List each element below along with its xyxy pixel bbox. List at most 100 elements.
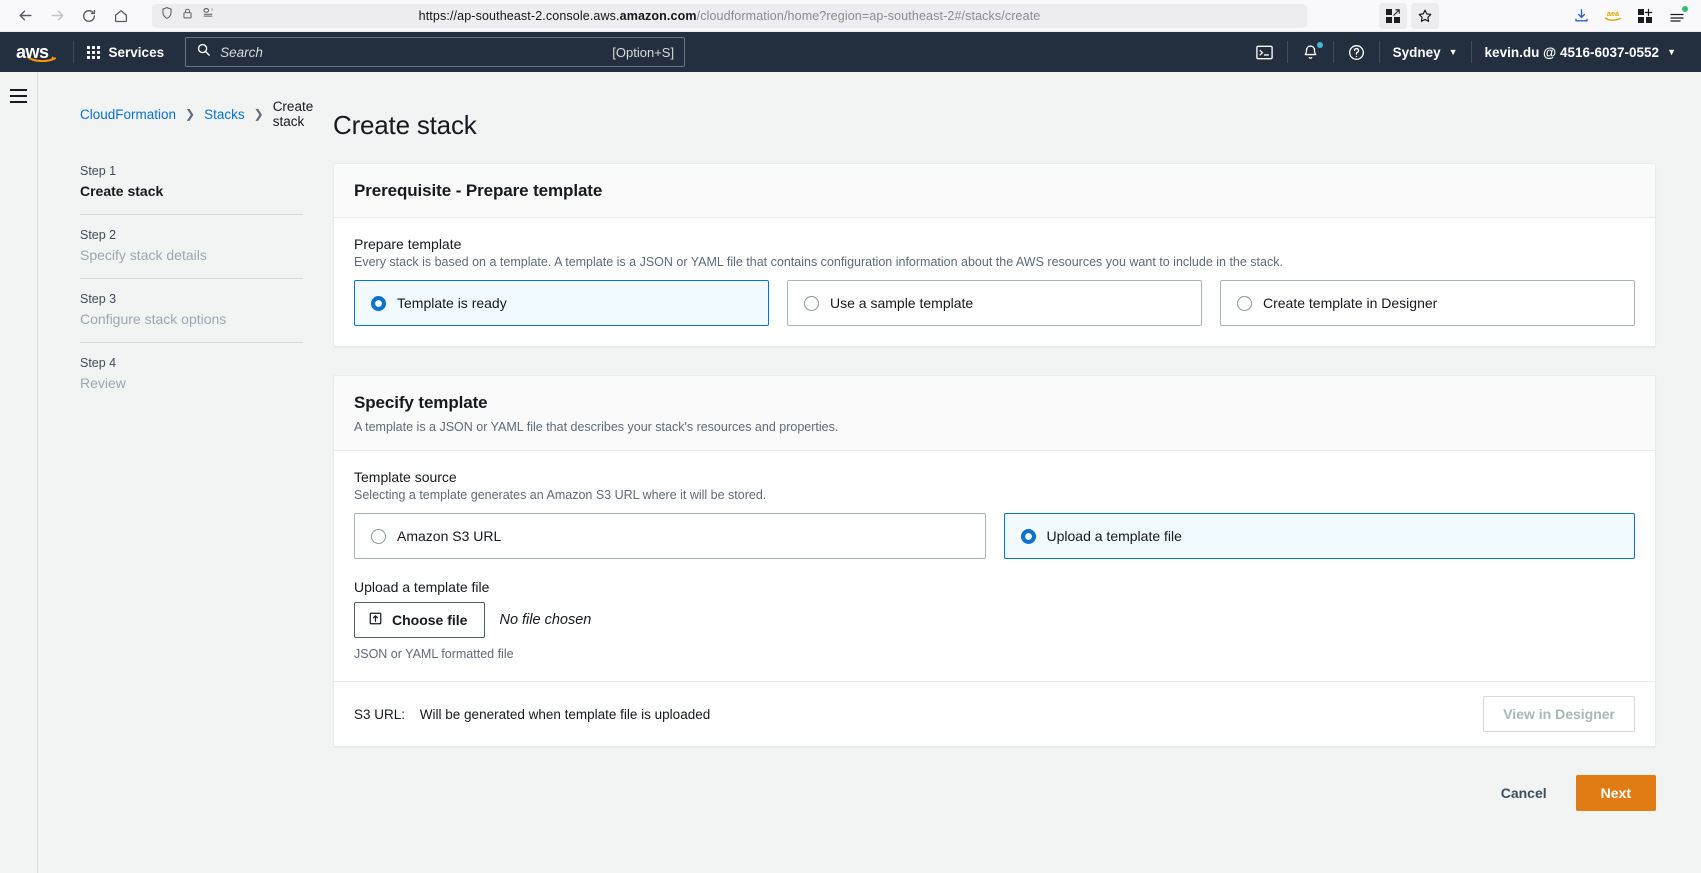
home-icon[interactable] [106,3,136,29]
breadcrumb-separator-icon: ❯ [185,107,196,121]
radio-tile-amazon-s3-url[interactable]: Amazon S3 URL [354,513,986,559]
wizard-sidebar: CloudFormation ❯ Stacks ❯ Create stack S… [38,72,333,873]
prerequisite-card-title: Prerequisite - Prepare template [354,181,603,200]
url-text: https://ap-southeast-2.console.aws.amazo… [418,8,1041,23]
account-menu[interactable]: kevin.du @ 4516-6037-0552 ▼ [1472,38,1689,67]
app-menu-icon[interactable] [1663,3,1691,29]
step-number: Step 2 [80,228,117,242]
wizard-actions: Cancel Next [333,775,1656,841]
downloads-icon[interactable] [1567,3,1595,29]
search-placeholder: Search [220,44,263,60]
chevron-down-icon: ▼ [1448,47,1458,57]
aws-global-header: aws Services Search [Option+S] Sydney ▼ [0,32,1701,72]
cloudshell-button[interactable] [1242,36,1287,69]
radio-label: Use a sample template [830,295,974,311]
prerequisite-card: Prerequisite - Prepare template Prepare … [333,163,1656,347]
waffle-icon [86,45,100,59]
upload-template-file-label: Upload a template file [354,579,490,595]
wizard-steps: Step 1 Create stack Step 2 Specify stack… [38,129,333,406]
wizard-step-3[interactable]: Step 3 Configure stack options [80,278,303,342]
url-bar[interactable]: o https://ap-southeast-2.console.aws.ama… [152,3,1307,28]
region-label: Sydney [1392,44,1441,60]
menu-toggle-icon[interactable] [10,89,27,103]
step-label: Configure stack options [80,311,227,327]
specify-template-card-title: Specify template [354,393,488,412]
browser-toolbar: o https://ap-southeast-2.console.aws.ama… [0,0,1701,32]
page-title: Create stack [333,110,477,140]
wizard-step-2[interactable]: Step 2 Specify stack details [80,214,303,278]
step-number: Step 3 [80,292,117,306]
global-search-input[interactable]: Search [Option+S] [185,37,686,67]
account-label: kevin.du @ 4516-6037-0552 [1484,44,1660,60]
upload-template-file-block: Upload a template file Choose file No fi… [354,579,1635,661]
upload-icon [368,611,383,629]
shield-icon[interactable] [160,6,174,25]
services-label: Services [108,44,165,60]
s3-url-row: S3 URL: Will be generated when template … [354,707,710,722]
s3-url-value: Will be generated when template file is … [419,706,711,722]
specify-template-card-body: Template source Selecting a template gen… [334,451,1655,681]
main-content: Create stack Prerequisite - Prepare temp… [333,72,1701,873]
radio-icon [1020,528,1036,544]
breadcrumb-item-stacks[interactable]: Stacks [204,107,245,122]
s3-url-key: S3 URL: [354,706,406,722]
choose-file-button[interactable]: Choose file [354,602,486,638]
forward-arrow-icon[interactable] [42,3,72,29]
radio-tile-template-is-ready[interactable]: Template is ready [354,280,769,326]
search-icon [196,42,211,62]
prerequisite-card-body: Prepare template Every stack is based on… [334,218,1655,346]
breadcrumb-item-cloudformation[interactable]: CloudFormation [80,107,176,122]
specify-template-card-footer: S3 URL: Will be generated when template … [334,681,1655,746]
radio-icon [371,295,386,311]
notification-badge [1316,41,1323,48]
svg-text:aea: aea [1607,9,1620,18]
file-status-text: No file chosen [499,612,592,628]
prerequisite-card-header: Prerequisite - Prepare template [334,164,1655,218]
region-selector[interactable]: Sydney ▼ [1380,38,1471,67]
breadcrumb-separator-icon: ❯ [253,107,264,121]
browser-toolbar-actions: aea [1379,2,1691,29]
prepare-template-description: Every stack is based on a template. A te… [354,255,1283,269]
back-arrow-icon[interactable] [10,3,40,29]
next-button[interactable]: Next [1575,775,1656,811]
extensions-icon[interactable] [1379,2,1407,29]
radio-label: Amazon S3 URL [397,528,502,544]
radio-label: Upload a template file [1046,528,1182,544]
nav-rail [0,72,38,873]
header-divider [72,41,74,63]
radio-icon [1237,295,1252,311]
template-source-label: Template source [354,469,457,485]
reload-icon[interactable] [74,3,104,29]
upload-hint-text: JSON or YAML formatted file [354,647,514,661]
wizard-step-4[interactable]: Step 4 Review [80,342,303,406]
radio-tile-upload-a-template-file[interactable]: Upload a template file [1003,513,1635,559]
wizard-step-1[interactable]: Step 1 Create stack [80,151,303,214]
radio-icon [371,528,386,544]
notifications-button[interactable] [1288,36,1333,69]
prepare-template-radio-group: Template is ready Use a sample template … [354,280,1635,326]
radio-label: Template is ready [397,295,507,311]
add-extension-icon[interactable] [1631,3,1659,29]
template-source-radio-group: Amazon S3 URL Upload a template file [354,513,1635,559]
step-label: Specify stack details [80,247,207,263]
lock-icon[interactable] [181,7,194,25]
breadcrumb: CloudFormation ❯ Stacks ❯ Create stack [38,72,333,129]
specify-template-card-header: Specify template A template is a JSON or… [334,376,1655,451]
cancel-button[interactable]: Cancel [1487,776,1561,810]
file-picker-row: Choose file No file chosen [354,602,1635,638]
step-number: Step 4 [80,356,117,370]
radio-tile-use-a-sample-template[interactable]: Use a sample template [787,280,1202,326]
step-label: Create stack [80,183,164,199]
amazon-account-icon[interactable]: aea [1599,3,1627,29]
aws-logo[interactable]: aws [14,43,61,61]
prepare-template-label: Prepare template [354,236,462,252]
template-source-description: Selecting a template generates an Amazon… [354,488,767,502]
specify-template-card: Specify template A template is a JSON or… [333,375,1656,747]
radio-icon [804,295,819,311]
bookmark-star-icon[interactable] [1411,2,1439,29]
reader-view-icon[interactable]: o [201,6,215,25]
services-menu-button[interactable]: Services [76,39,176,66]
radio-tile-create-template-in-designer[interactable]: Create template in Designer [1220,280,1635,326]
help-button[interactable] [1334,36,1379,69]
view-in-designer-button[interactable]: View in Designer [1483,696,1635,732]
